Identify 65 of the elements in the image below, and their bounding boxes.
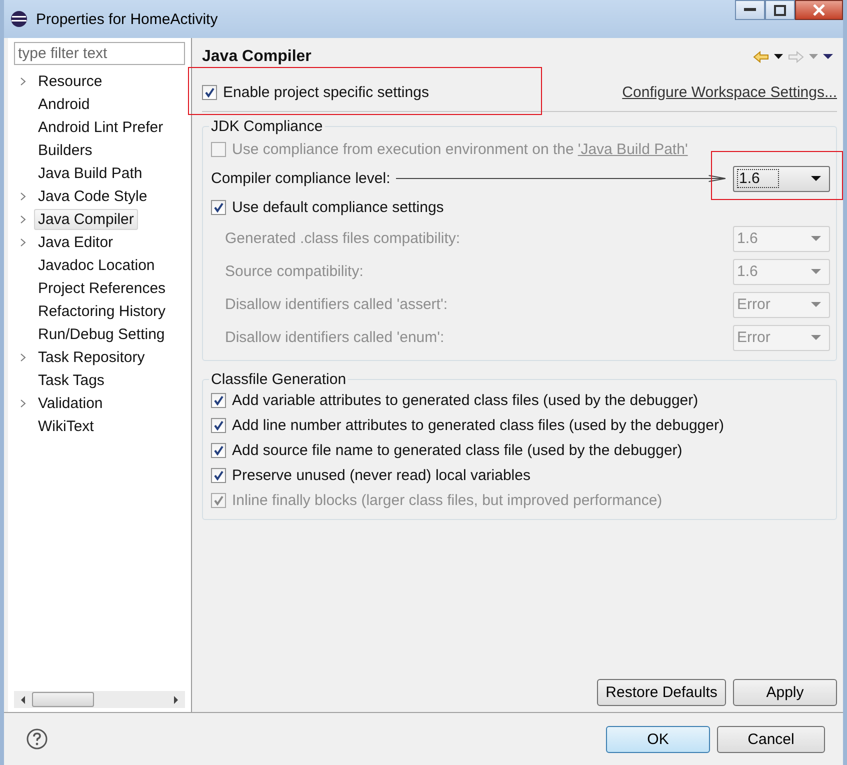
checkbox-label: Preserve unused (never read) local variables bbox=[232, 467, 530, 484]
caret-icon bbox=[811, 268, 821, 274]
window-title: Properties for HomeActivity bbox=[36, 10, 218, 28]
maximize-button[interactable] bbox=[765, 0, 795, 20]
compliance-dropdown[interactable]: 1.6 bbox=[733, 166, 830, 192]
checkbox[interactable] bbox=[211, 468, 226, 483]
checkbox[interactable] bbox=[211, 443, 226, 458]
maximize-icon bbox=[774, 4, 786, 16]
checkbox-label: Add variable attributes to generated class files (used by the debugger) bbox=[232, 392, 698, 409]
tree-item[interactable]: Builders bbox=[34, 140, 96, 161]
ok-button[interactable]: OK bbox=[606, 726, 710, 752]
scroll-left-icon[interactable] bbox=[20, 696, 26, 704]
caret-icon bbox=[811, 334, 821, 340]
close-icon bbox=[812, 4, 826, 16]
apply-button[interactable]: Apply bbox=[733, 679, 837, 706]
view-menu-icon[interactable] bbox=[823, 54, 833, 60]
restore-defaults-button[interactable]: Restore Defaults bbox=[597, 679, 726, 706]
close-button[interactable] bbox=[795, 0, 843, 20]
tree-item[interactable]: Validation bbox=[34, 393, 107, 414]
tree-item[interactable]: Project References bbox=[34, 278, 170, 299]
tree-item[interactable]: Java Build Path bbox=[34, 163, 146, 184]
checkbox[interactable] bbox=[211, 200, 226, 215]
back-arrow-icon[interactable] bbox=[753, 51, 769, 63]
checkbox[interactable] bbox=[202, 84, 217, 100]
page-title: Java Compiler bbox=[202, 48, 312, 66]
cancel-button[interactable]: Cancel bbox=[717, 726, 825, 752]
tree-item[interactable]: Javadoc Location bbox=[34, 255, 159, 276]
checkbox-label: Enable project specific settings bbox=[223, 84, 429, 100]
field-label: Generated .class files compatibility: bbox=[225, 230, 460, 247]
tree-item[interactable]: Java Editor bbox=[34, 232, 118, 253]
checkbox-label: Use compliance from execution environment on the bbox=[232, 141, 574, 158]
field-label: Disallow identifiers called 'enum': bbox=[225, 329, 444, 346]
field-label: Source compatibility: bbox=[225, 263, 364, 280]
caret-icon bbox=[811, 302, 821, 308]
checkbox[interactable] bbox=[211, 418, 226, 433]
tree-item[interactable]: Android bbox=[34, 94, 94, 115]
filter-field[interactable]: type filter text bbox=[14, 42, 185, 65]
checkbox-label: Add source file name to generated class file (used by the debugger) bbox=[232, 442, 682, 459]
caret-icon bbox=[811, 176, 821, 182]
checkbox-label: Use default compliance settings bbox=[232, 199, 444, 216]
tree-item[interactable]: Task Tags bbox=[34, 370, 108, 391]
tree-item[interactable]: Task Repository bbox=[34, 347, 149, 368]
tree-item[interactable]: Refactoring History bbox=[34, 301, 170, 322]
field-label: Disallow identifiers called 'assert': bbox=[225, 296, 448, 313]
eclipse-icon bbox=[10, 10, 28, 28]
configure-workspace-link[interactable]: Configure Workspace Settings... bbox=[622, 84, 837, 100]
tree-item[interactable]: Run/Debug Setting bbox=[34, 324, 169, 345]
tree-item[interactable]: Java Compiler bbox=[34, 209, 138, 230]
scroll-right-icon[interactable] bbox=[173, 696, 179, 704]
checkbox-label: Add line number attributes to generated class files (used by the debugger) bbox=[232, 417, 724, 434]
checkbox[interactable] bbox=[211, 393, 226, 408]
tree-item[interactable]: Resource bbox=[34, 71, 106, 92]
group-title: Classfile Generation bbox=[210, 371, 348, 388]
tree-item[interactable]: Java Code Style bbox=[34, 186, 152, 207]
minimize-button[interactable] bbox=[735, 0, 765, 20]
tree-item[interactable]: Android Lint Prefer bbox=[34, 117, 168, 138]
checkbox-label: Inline finally blocks (larger class files, but improved performance) bbox=[232, 492, 662, 509]
caret-icon bbox=[811, 236, 821, 242]
dropdown-icon[interactable] bbox=[774, 54, 783, 60]
tree-item[interactable]: WikiText bbox=[34, 416, 98, 437]
horizontal-scrollbar[interactable] bbox=[14, 691, 185, 708]
field-label: Compiler compliance level: bbox=[211, 170, 390, 187]
group-title: JDK Compliance bbox=[210, 118, 324, 135]
help-icon[interactable] bbox=[26, 728, 48, 750]
minimize-icon bbox=[744, 8, 756, 12]
